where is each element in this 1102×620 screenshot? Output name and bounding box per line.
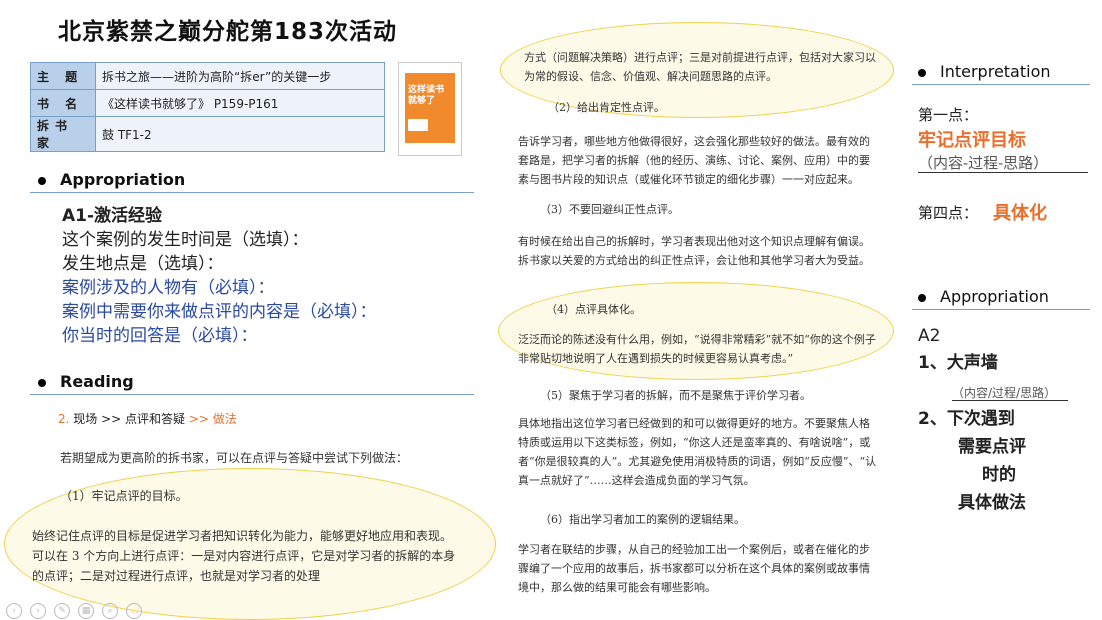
a1-line: 案例涉及的人物有（必填）： xyxy=(62,278,275,298)
a1-line: 发生地点是（选填）： xyxy=(62,254,224,274)
point1-title: （1）牢记点评的目标。 xyxy=(60,489,188,503)
a1-title: A1-激活经验 xyxy=(62,206,163,226)
table-row: 主 题 拆书之旅——进阶为高阶“拆er”的关键一步 xyxy=(30,62,385,90)
nav-number: 2. xyxy=(58,412,74,426)
heading-text: Interpretation xyxy=(940,62,1051,81)
point6-text: 学习者在联结的步骤，从自己的经验加工出一个案例后，或者在催化的步骤编了一个应用的… xyxy=(518,543,870,594)
point3-text: 有时候在给出自己的拆解时，学习者表现出他对这个知识点理解有偏误。拆书家以关爱的方… xyxy=(518,235,870,267)
heading-text: Appropriation xyxy=(940,287,1049,306)
table-row: 拆书家 鼓 TF1-2 xyxy=(30,116,385,152)
point4-text: 泛泛而论的陈述没有什么用，例如，“说得非常精彩”就不如“你的这个例子非常贴切地说… xyxy=(518,333,876,365)
a2-item2: 2、下次遇到 xyxy=(918,409,1015,429)
divider xyxy=(30,394,474,395)
underline xyxy=(918,172,1088,173)
info-key: 书 名 xyxy=(30,89,96,117)
reading-nav: 2. 现场 >> 点评和答疑 >> 做法 xyxy=(58,410,237,427)
point2-title: （2）给出肯定性点评。 xyxy=(548,101,665,114)
a1-section: A1-激活经验 这个案例的发生时间是（选填）： 发生地点是（选填）： 案例涉及的… xyxy=(62,204,377,348)
a2-item2-line2: 需要点评 xyxy=(958,437,1026,457)
point1-value: 牢记点评目标 xyxy=(918,130,1026,151)
a2-item2-line3: 时的 xyxy=(982,465,1016,485)
point3-title: （3）不要回避纠正性点评。 xyxy=(540,203,679,216)
table-row: 书 名 《这样读书就够了》 P159-P161 xyxy=(30,89,385,117)
book-cover-image: 这样读书就够了 xyxy=(398,62,462,156)
point1-text: 始终记住点评的目标是促进学习者把知识转化为能力，能够更好地应用和表现。可以在 3… xyxy=(32,529,456,583)
book-cover-title: 这样读书就够了 xyxy=(408,85,445,106)
book-cover xyxy=(405,73,455,143)
divider xyxy=(912,309,1090,310)
slide-nav-controls: ‹ › ✎ ▦ ⌕ … xyxy=(6,598,150,619)
a1-line: 你当时的回答是（必填）： xyxy=(62,326,258,346)
divider xyxy=(912,84,1090,85)
appropriation-heading: Appropriation xyxy=(38,170,185,189)
zoom-icon[interactable]: ⌕ xyxy=(102,603,118,619)
point4-label: 第四点： xyxy=(918,204,979,222)
info-key: 主 题 xyxy=(30,62,96,90)
slides-grid-icon[interactable]: ▦ xyxy=(78,603,94,619)
interpretation-heading: Interpretation xyxy=(918,62,1051,81)
point1-label: 第一点： xyxy=(918,106,979,124)
appropriation-heading-right: Appropriation xyxy=(918,287,1049,306)
previous-slide-icon[interactable]: ‹ xyxy=(6,603,22,619)
a2-label: A2 xyxy=(918,326,941,346)
heading-text: Appropriation xyxy=(60,170,186,189)
point5-text: 具体地指出这位学习者已经做到的和可以做得更好的地方。不要聚焦人格特质或运用以下这… xyxy=(518,417,877,487)
info-value: 拆书之旅——进阶为高阶“拆er”的关键一步 xyxy=(95,62,385,90)
point4-title: （4）点评具体化。 xyxy=(546,303,641,316)
heading-text: Reading xyxy=(60,372,134,391)
info-value: 鼓 TF1-2 xyxy=(95,116,385,152)
reading-intro: 若期望成为更高阶的拆书家，可以在点评与答疑中尝试下列做法： xyxy=(60,451,409,465)
info-table: 主 题 拆书之旅——进阶为高阶“拆er”的关键一步 书 名 《这样读书就够了》 … xyxy=(30,62,385,152)
bullet-icon xyxy=(918,68,926,77)
info-key: 拆书家 xyxy=(30,116,96,152)
a2-item1: 1、大声墙 xyxy=(918,353,998,373)
nav-current: >> 做法 xyxy=(188,412,237,426)
next-slide-icon[interactable]: › xyxy=(30,603,46,619)
point4-value: 具体化 xyxy=(993,203,1047,224)
a2-item2-line4: 具体做法 xyxy=(958,493,1026,513)
info-value: 《这样读书就够了》 P159-P161 xyxy=(95,89,385,117)
point1-sub: （内容-过程-思路） xyxy=(918,154,1049,172)
reading-heading: Reading xyxy=(38,372,134,391)
more-options-icon[interactable]: … xyxy=(126,603,142,619)
bullet-icon xyxy=(38,378,46,387)
bullet-icon xyxy=(38,176,46,185)
slide-title: 北京紫禁之巅分舵第183次活动 xyxy=(58,19,398,45)
underline xyxy=(952,400,1068,401)
point6-title: （6）指出学习者加工的案例的逻辑结果。 xyxy=(540,513,745,526)
point2-text: 告诉学习者，哪些地方他做得很好，这会强化那些较好的做法。最有效的套路是，把学习者… xyxy=(518,135,870,186)
middle-top-text: 方式（问题解决策略）进行点评；三是对前提进行点评，包括对大家习以为常的假设、信念… xyxy=(524,51,876,83)
nav-path: 现场 >> 点评和答疑 xyxy=(73,412,189,426)
pen-icon[interactable]: ✎ xyxy=(54,603,70,619)
divider xyxy=(30,192,474,193)
book-cover-badge xyxy=(408,119,428,131)
bullet-icon xyxy=(918,293,926,302)
point5-title: （5）聚焦于学习者的拆解，而不是聚焦于评价学习者。 xyxy=(540,389,811,402)
a2-item1-sub: （内容/过程/思路） xyxy=(952,386,1057,400)
a1-line: 这个案例的发生时间是（选填）： xyxy=(62,230,309,250)
a1-line: 案例中需要你来做点评的内容是（必填）： xyxy=(62,302,377,322)
